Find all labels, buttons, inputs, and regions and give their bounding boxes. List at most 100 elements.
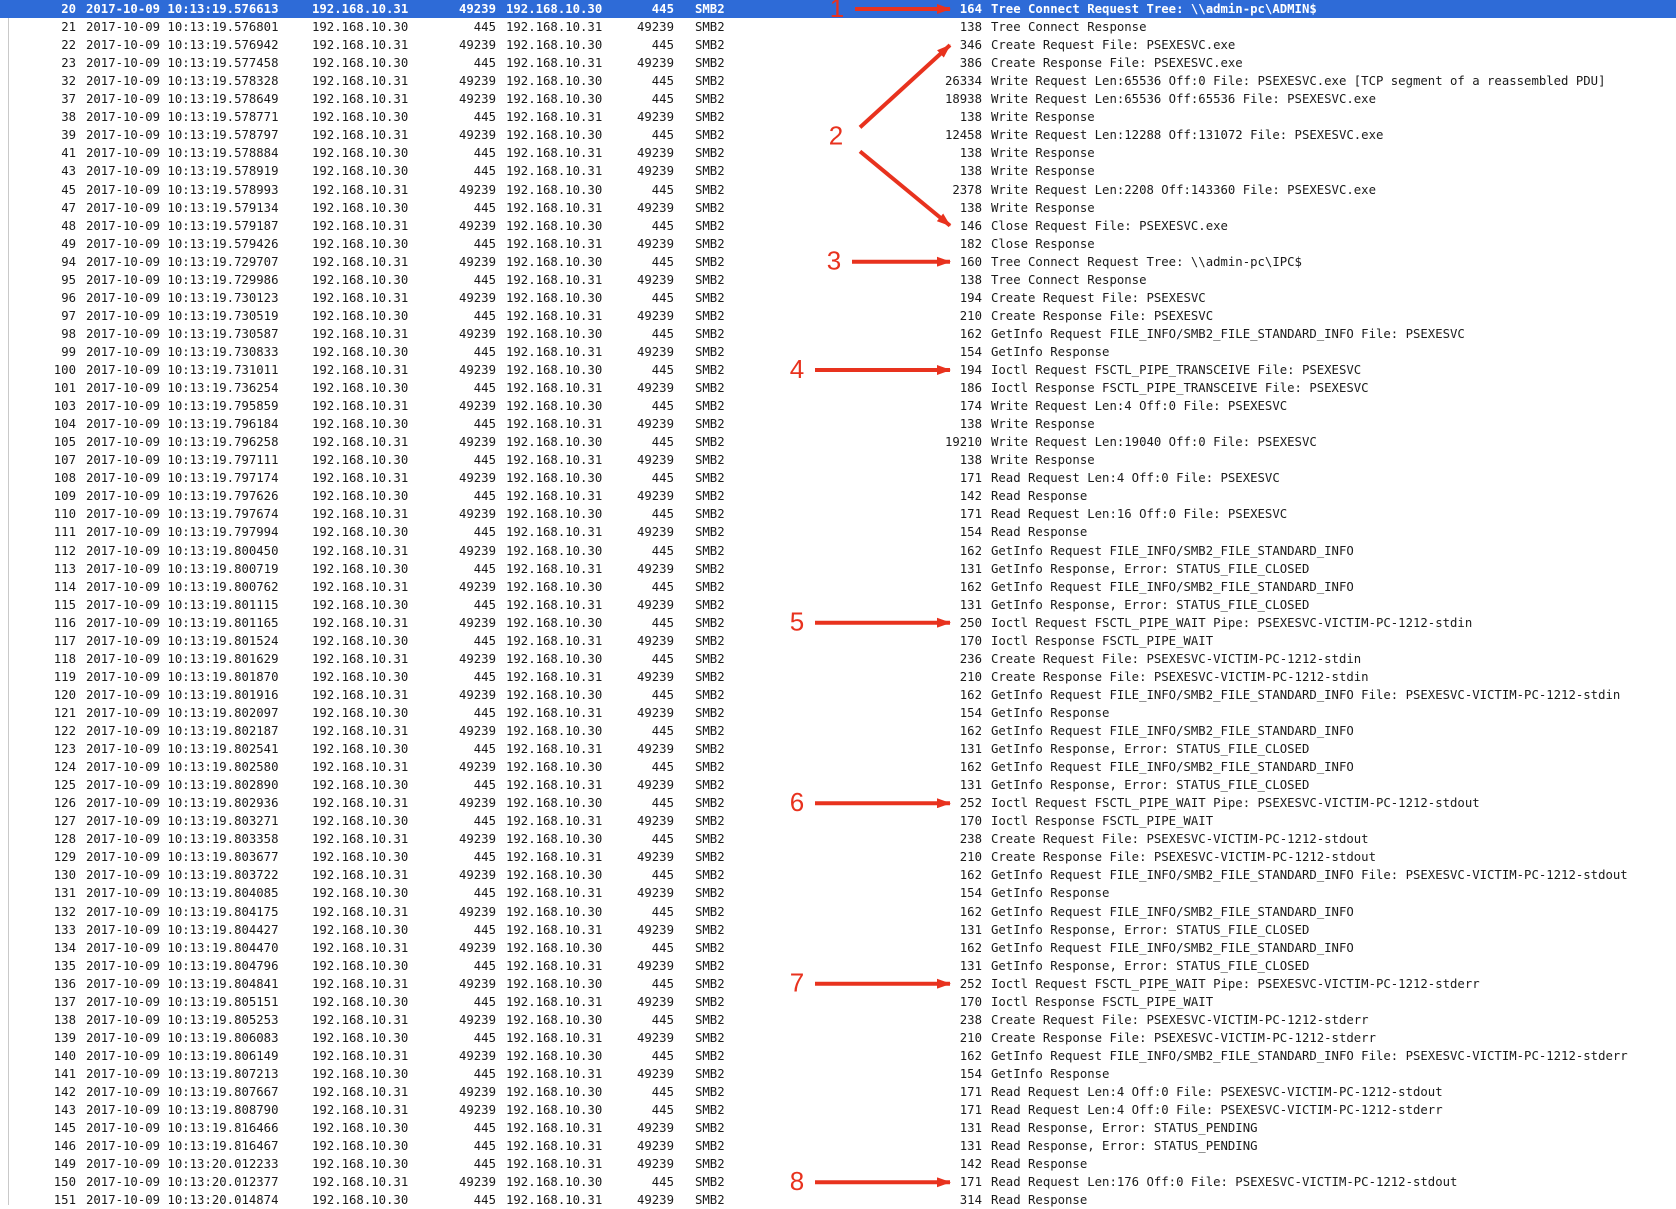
table-row[interactable]: 129 2017-10-09 10:13:19.803677 192.168.10.… [0, 848, 1676, 866]
destination-port: 445 [651, 128, 674, 143]
table-row[interactable]: 135 2017-10-09 10:13:19.804796 192.168.10.… [0, 957, 1676, 975]
table-row[interactable]: 151 2017-10-09 10:13:20.014874 192.168.10.… [0, 1191, 1676, 1209]
table-row[interactable]: 133 2017-10-09 10:13:19.804427 192.168.10.… [0, 921, 1676, 939]
table-row[interactable]: 130 2017-10-09 10:13:19.803722 192.168.10.… [0, 866, 1676, 884]
table-row[interactable]: 132 2017-10-09 10:13:19.804175 192.168.10.… [0, 903, 1676, 921]
table-row[interactable]: 101 2017-10-09 10:13:19.736254 192.168.10.… [0, 379, 1676, 397]
protocol: SMB2 [695, 1030, 725, 1045]
table-row[interactable]: 110 2017-10-09 10:13:19.797674 192.168.10.… [0, 505, 1676, 523]
table-row[interactable]: 141 2017-10-09 10:13:19.807213 192.168.10.… [0, 1065, 1676, 1083]
destination-port: 445 [651, 796, 674, 811]
table-row[interactable]: 149 2017-10-09 10:13:20.012233 192.168.10.… [0, 1155, 1676, 1173]
packet-length: 171 [959, 1103, 982, 1118]
table-row[interactable]: 124 2017-10-09 10:13:19.802580 192.168.10.… [0, 758, 1676, 776]
table-row[interactable]: 136 2017-10-09 10:13:19.804841 192.168.10.… [0, 975, 1676, 993]
table-row[interactable]: 143 2017-10-09 10:13:19.808790 192.168.10.… [0, 1101, 1676, 1119]
table-row[interactable]: 115 2017-10-09 10:13:19.801115 192.168.10.… [0, 596, 1676, 614]
table-row[interactable]: 49 2017-10-09 10:13:19.579426 192.168.10.3… [0, 235, 1676, 253]
table-row[interactable]: 39 2017-10-09 10:13:19.578797 192.168.10.3… [0, 126, 1676, 144]
table-row[interactable]: 48 2017-10-09 10:13:19.579187 192.168.10.3… [0, 217, 1676, 235]
table-row[interactable]: 112 2017-10-09 10:13:19.800450 192.168.10.… [0, 542, 1676, 560]
packet-time: 2017-10-09 10:13:19.801870 [86, 669, 279, 684]
table-row[interactable]: 114 2017-10-09 10:13:19.800762 192.168.10.… [0, 578, 1676, 596]
table-row[interactable]: 125 2017-10-09 10:13:19.802890 192.168.10.… [0, 776, 1676, 794]
table-row[interactable]: 145 2017-10-09 10:13:19.816466 192.168.10.… [0, 1119, 1676, 1137]
table-row[interactable]: 137 2017-10-09 10:13:19.805151 192.168.10.… [0, 993, 1676, 1011]
packet-number: 101 [53, 381, 76, 396]
table-row[interactable]: 119 2017-10-09 10:13:19.801870 192.168.10.… [0, 668, 1676, 686]
table-row[interactable]: 107 2017-10-09 10:13:19.797111 192.168.10.… [0, 451, 1676, 469]
table-row[interactable]: 105 2017-10-09 10:13:19.796258 192.168.10.… [0, 433, 1676, 451]
source-port: 445 [473, 146, 496, 161]
table-row[interactable]: 94 2017-10-09 10:13:19.729707 192.168.10.3… [0, 253, 1676, 271]
source-port: 445 [473, 814, 496, 829]
table-row[interactable]: 121 2017-10-09 10:13:19.802097 192.168.10.… [0, 704, 1676, 722]
table-row[interactable]: 120 2017-10-09 10:13:19.801916 192.168.10.… [0, 686, 1676, 704]
table-row[interactable]: 45 2017-10-09 10:13:19.578993 192.168.10.3… [0, 181, 1676, 199]
table-row[interactable]: 126 2017-10-09 10:13:19.802936 192.168.10.… [0, 794, 1676, 812]
table-row[interactable]: 99 2017-10-09 10:13:19.730833 192.168.10.3… [0, 343, 1676, 361]
table-row[interactable]: 103 2017-10-09 10:13:19.795859 192.168.10.… [0, 397, 1676, 415]
packet-info: Create Response File: PSEXESVC-VICTIM-PC… [991, 669, 1369, 684]
table-row[interactable]: 95 2017-10-09 10:13:19.729986 192.168.10.3… [0, 271, 1676, 289]
table-row[interactable]: 127 2017-10-09 10:13:19.803271 192.168.10.… [0, 812, 1676, 830]
table-row[interactable]: 146 2017-10-09 10:13:19.816467 192.168.10.… [0, 1137, 1676, 1155]
table-row[interactable]: 111 2017-10-09 10:13:19.797994 192.168.10.… [0, 523, 1676, 541]
table-row[interactable]: 138 2017-10-09 10:13:19.805253 192.168.10.… [0, 1011, 1676, 1029]
table-row[interactable]: 43 2017-10-09 10:13:19.578919 192.168.10.3… [0, 162, 1676, 180]
table-row[interactable]: 41 2017-10-09 10:13:19.578884 192.168.10.3… [0, 144, 1676, 162]
packet-number: 45 [61, 182, 76, 197]
packet-length: 171 [959, 507, 982, 522]
table-row[interactable]: 123 2017-10-09 10:13:19.802541 192.168.10.… [0, 740, 1676, 758]
table-row[interactable]: 108 2017-10-09 10:13:19.797174 192.168.10.… [0, 469, 1676, 487]
table-row[interactable]: 134 2017-10-09 10:13:19.804470 192.168.10.… [0, 939, 1676, 957]
table-row[interactable]: 139 2017-10-09 10:13:19.806083 192.168.10.… [0, 1029, 1676, 1047]
packet-number: 43 [61, 164, 76, 179]
packet-number: 150 [53, 1175, 76, 1190]
table-row[interactable]: 23 2017-10-09 10:13:19.577458 192.168.10.3… [0, 54, 1676, 72]
table-row[interactable]: 98 2017-10-09 10:13:19.730587 192.168.10.3… [0, 325, 1676, 343]
table-row[interactable]: 116 2017-10-09 10:13:19.801165 192.168.10.… [0, 614, 1676, 632]
source-address: 192.168.10.30 [312, 922, 409, 937]
table-row[interactable]: 122 2017-10-09 10:13:19.802187 192.168.10.… [0, 722, 1676, 740]
table-row[interactable]: 113 2017-10-09 10:13:19.800719 192.168.10.… [0, 560, 1676, 578]
table-row[interactable]: 142 2017-10-09 10:13:19.807667 192.168.10.… [0, 1083, 1676, 1101]
table-row[interactable]: 97 2017-10-09 10:13:19.730519 192.168.10.3… [0, 307, 1676, 325]
destination-port: 49239 [636, 453, 674, 468]
destination-address: 192.168.10.31 [506, 633, 603, 648]
table-row[interactable]: 150 2017-10-09 10:13:20.012377 192.168.10.… [0, 1173, 1676, 1191]
table-row[interactable]: 109 2017-10-09 10:13:19.797626 192.168.10.… [0, 487, 1676, 505]
table-row[interactable]: 38 2017-10-09 10:13:19.578771 192.168.10.3… [0, 108, 1676, 126]
table-row[interactable]: 96 2017-10-09 10:13:19.730123 192.168.10.3… [0, 289, 1676, 307]
table-row[interactable]: 140 2017-10-09 10:13:19.806149 192.168.10.… [0, 1047, 1676, 1065]
table-row[interactable]: 118 2017-10-09 10:13:19.801629 192.168.10.… [0, 650, 1676, 668]
packet-info: Ioctl Request FSCTL_PIPE_WAIT Pipe: PSEX… [991, 796, 1480, 811]
protocol: SMB2 [695, 56, 725, 71]
source-address: 192.168.10.30 [312, 633, 409, 648]
source-address: 192.168.10.30 [312, 994, 409, 1009]
source-port: 49239 [458, 38, 496, 53]
table-row[interactable]: 37 2017-10-09 10:13:19.578649 192.168.10.3… [0, 90, 1676, 108]
table-row[interactable]: 128 2017-10-09 10:13:19.803358 192.168.10.… [0, 830, 1676, 848]
packet-time: 2017-10-09 10:13:19.576801 [86, 20, 279, 35]
table-row-selected[interactable]: 20 2017-10-09 10:13:19.576613 192.168.10.3… [0, 0, 1676, 18]
table-row[interactable]: 117 2017-10-09 10:13:19.801524 192.168.10.… [0, 632, 1676, 650]
packet-number: 97 [61, 308, 76, 323]
table-row[interactable]: 47 2017-10-09 10:13:19.579134 192.168.10.3… [0, 199, 1676, 217]
packet-number: 22 [61, 38, 76, 53]
packet-length: 142 [959, 489, 982, 504]
protocol: SMB2 [695, 74, 725, 89]
source-address: 192.168.10.30 [312, 1066, 409, 1081]
source-address: 192.168.10.31 [312, 2, 409, 16]
packet-time: 2017-10-09 10:13:19.803271 [86, 814, 279, 829]
destination-address: 192.168.10.30 [506, 724, 603, 738]
table-row[interactable]: 104 2017-10-09 10:13:19.796184 192.168.10.… [0, 415, 1676, 433]
packet-number: 107 [53, 453, 76, 468]
packet-length: 131 [959, 1121, 982, 1136]
packet-number: 109 [53, 489, 76, 504]
table-row[interactable]: 22 2017-10-09 10:13:19.576942 192.168.10.3… [0, 36, 1676, 54]
table-row[interactable]: 100 2017-10-09 10:13:19.731011 192.168.10.… [0, 361, 1676, 379]
table-row[interactable]: 21 2017-10-09 10:13:19.576801 192.168.10.3… [0, 18, 1676, 36]
table-row[interactable]: 32 2017-10-09 10:13:19.578328 192.168.10.3… [0, 72, 1676, 90]
table-row[interactable]: 131 2017-10-09 10:13:19.804085 192.168.10.… [0, 884, 1676, 902]
